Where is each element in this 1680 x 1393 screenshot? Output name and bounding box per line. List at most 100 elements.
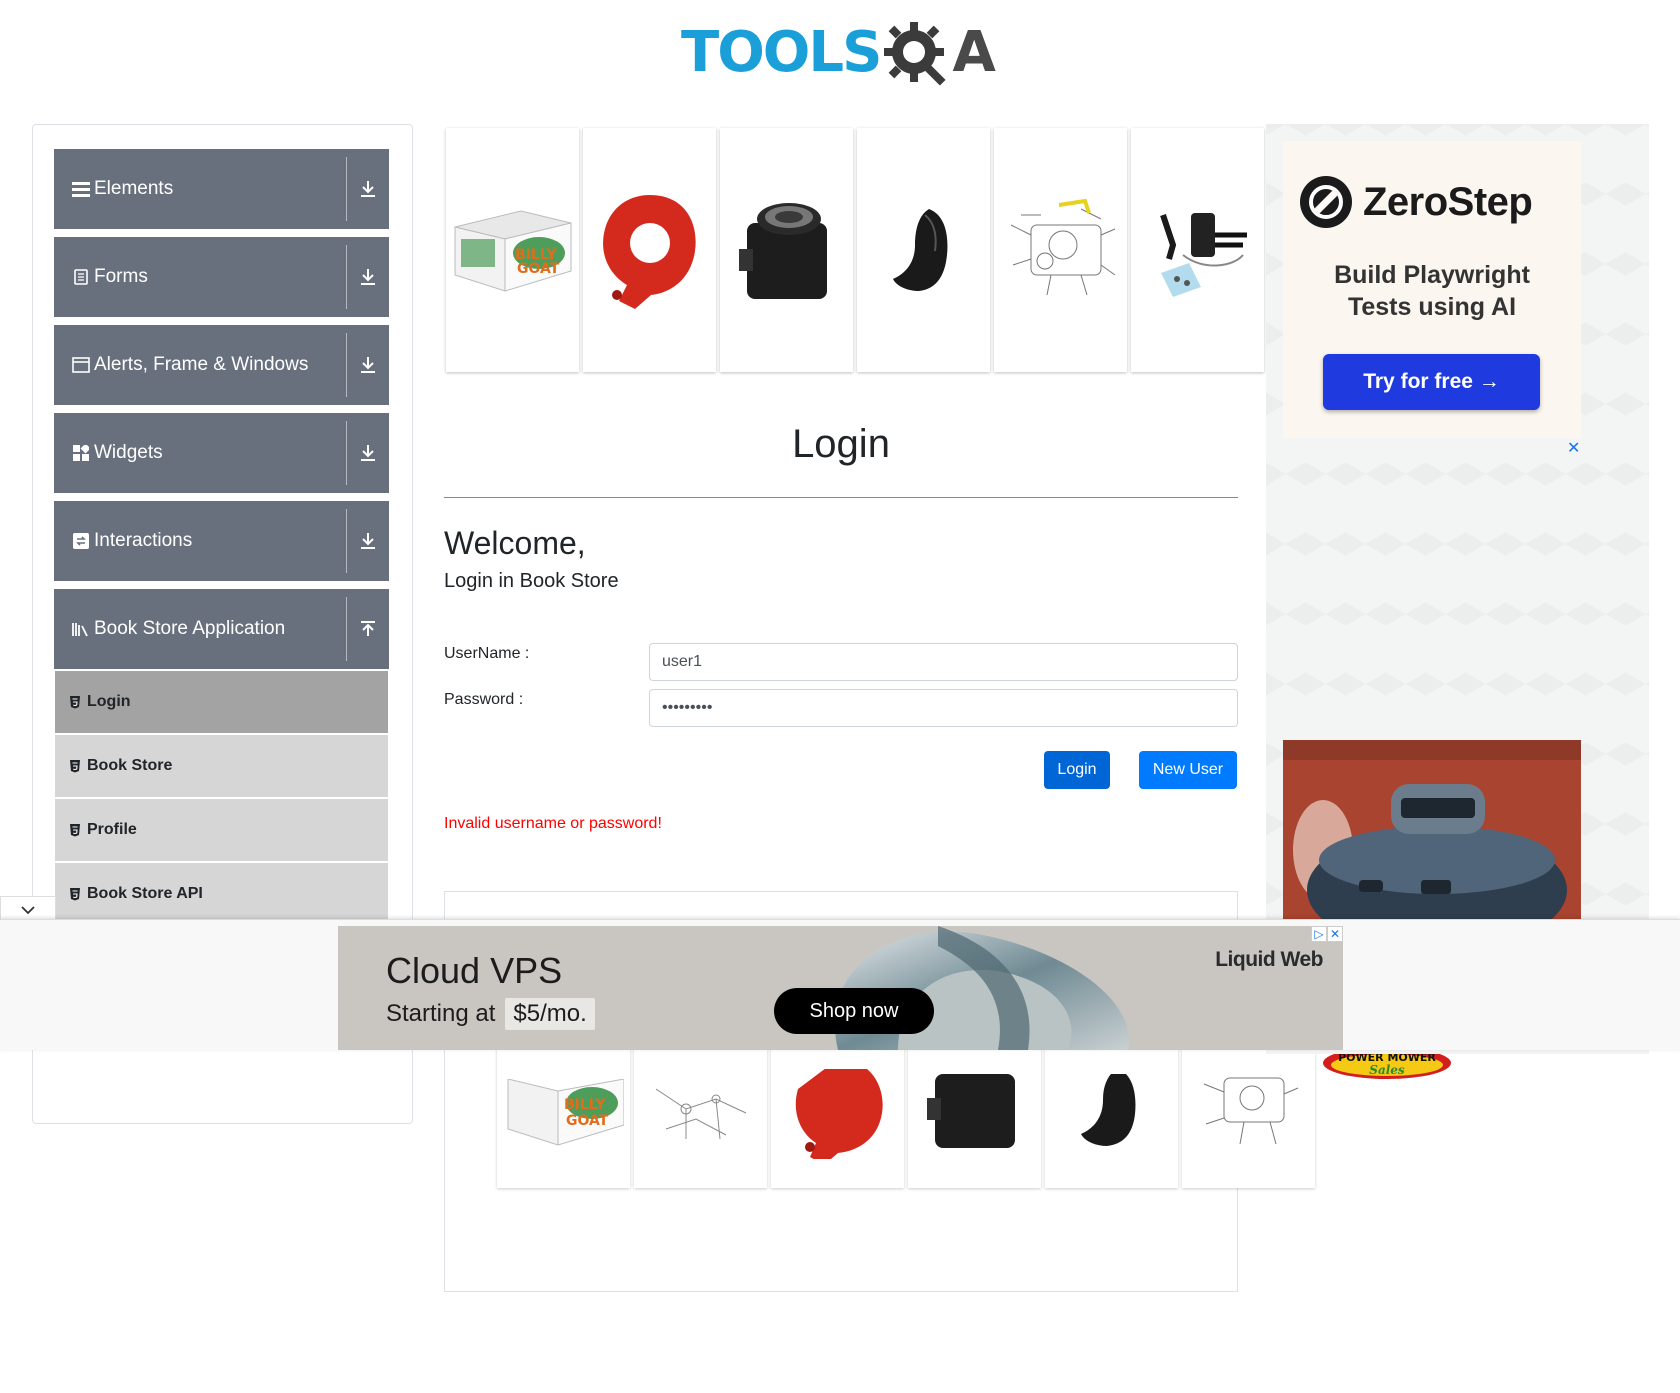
cloud-vps-ad[interactable]: Cloud VPS Starting at $5/mo. Shop now Li…	[338, 926, 1343, 1050]
banner-price: $5/mo.	[505, 998, 595, 1030]
login-subtitle: Login in Book Store	[444, 570, 619, 592]
zerostep-tagline-line: Build Playwright	[1334, 261, 1530, 289]
close-ad-icon[interactable]: ✕	[1567, 438, 1580, 458]
product-ad-tile[interactable]	[720, 128, 853, 372]
parts-diagram-image	[655, 1088, 746, 1140]
download-arrow-icon[interactable]	[347, 413, 389, 493]
svg-text:GOAT: GOAT	[566, 1113, 609, 1129]
product-box-image: BILLY GOAT	[507, 1079, 624, 1146]
shroud-part-image	[1080, 1074, 1135, 1146]
window-icon	[72, 356, 90, 374]
product-ad-tile[interactable]	[857, 128, 990, 372]
error-message: Invalid username or password!	[444, 815, 662, 832]
product-ad-tile[interactable]	[771, 1040, 904, 1188]
sidebar-group-interactions[interactable]: Interactions	[54, 501, 389, 581]
banner-subtitle: Starting at $5/mo.	[386, 998, 595, 1030]
svg-text:BILLY: BILLY	[564, 1097, 607, 1113]
product-ad-tile[interactable]	[634, 1040, 767, 1188]
try-for-free-button[interactable]: Try for free →	[1323, 354, 1540, 410]
hardware-kit-image	[1159, 213, 1247, 297]
sidebar-item-login[interactable]: Login	[55, 671, 388, 733]
adchoices-icon[interactable]: ▷	[1311, 926, 1327, 942]
logo-tools-text: TOOLS	[681, 19, 882, 85]
banner-title: Cloud VPS	[386, 950, 563, 991]
shroud-part-image	[892, 209, 947, 291]
product-ad-tile[interactable]	[1182, 1040, 1315, 1188]
html5-icon	[69, 887, 81, 901]
banner-starting-text: Starting at	[386, 1000, 496, 1027]
sidebar-group-alerts[interactable]: Alerts, Frame & Windows	[54, 325, 389, 405]
menu-icon	[72, 180, 90, 198]
sidebar-group-elements[interactable]: Elements	[54, 149, 389, 229]
product-ad-tile[interactable]: BILLY GOAT	[497, 1040, 630, 1188]
interactions-icon	[72, 532, 90, 550]
username-label: UserName :	[444, 645, 530, 662]
zerostep-logo: ZeroStep	[1299, 175, 1533, 229]
parts-diagram-image	[1010, 198, 1115, 296]
hdmi-device-image	[1283, 740, 1581, 920]
login-button[interactable]: Login	[1044, 751, 1110, 789]
sidebar-item-book-store-api[interactable]: Book Store API	[55, 863, 388, 925]
html5-icon	[69, 695, 81, 709]
form-icon	[72, 268, 90, 286]
zerostep-icon	[1300, 176, 1352, 228]
sidebar-group-label: Interactions	[94, 530, 193, 551]
sidebar-group-book-store-application[interactable]: Book Store Application	[54, 589, 389, 669]
video-ad[interactable]	[1283, 740, 1581, 920]
svg-text:GOAT: GOAT	[517, 261, 560, 277]
product-ad-tile[interactable]: BILLY GOAT	[446, 128, 579, 372]
download-arrow-icon[interactable]	[347, 237, 389, 317]
product-ad-tile[interactable]	[1045, 1040, 1178, 1188]
page-title: Login	[792, 422, 890, 466]
engine-image	[926, 1074, 1015, 1148]
logo-qa-text: A	[952, 19, 996, 85]
blower-housing-image	[602, 195, 696, 309]
toolsqa-logo[interactable]: TOOLS A	[681, 14, 996, 90]
divider	[444, 497, 1238, 498]
liquid-web-logo: Liquid Web	[1215, 948, 1323, 971]
shop-now-button[interactable]: Shop now	[774, 988, 934, 1034]
blower-housing-image	[795, 1069, 883, 1159]
sidebar-item-label: Login	[87, 693, 131, 710]
sidebar-group-label: Alerts, Frame & Windows	[94, 354, 309, 375]
sidebar-item-label: Book Store API	[87, 885, 203, 902]
zerostep-brand: ZeroStep	[1363, 179, 1533, 224]
sidebar-item-profile[interactable]: Profile	[55, 799, 388, 861]
password-label: Password :	[444, 691, 524, 708]
product-ad-tile[interactable]	[1131, 128, 1264, 372]
gear-magnifier-icon	[884, 22, 946, 86]
upload-arrow-icon[interactable]	[347, 589, 389, 669]
widgets-icon	[72, 444, 90, 462]
engine-image	[738, 203, 827, 299]
new-user-button[interactable]: New User	[1139, 751, 1237, 789]
ad-choices[interactable]: ▷ ✕	[1311, 926, 1343, 942]
html5-icon	[69, 823, 81, 837]
sidebar-group-label: Widgets	[94, 442, 163, 463]
welcome-heading: Welcome,	[444, 525, 586, 561]
product-ad-tile[interactable]	[583, 128, 716, 372]
sidebar-item-label: Profile	[87, 821, 137, 838]
sidebar-group-label: Forms	[94, 266, 148, 287]
product-ad-tile[interactable]	[994, 128, 1127, 372]
sidebar-item-label: Book Store	[87, 757, 173, 774]
zerostep-tagline-line: Tests using AI	[1347, 293, 1517, 321]
parts-diagram-image	[1203, 1077, 1298, 1145]
password-input[interactable]: •••••••••	[649, 689, 1238, 727]
download-arrow-icon[interactable]	[347, 149, 389, 229]
zerostep-ad[interactable]: ZeroStep Build Playwright Tests using AI…	[1283, 141, 1581, 438]
zerostep-tagline: Build Playwright Tests using AI	[1283, 259, 1581, 323]
sticky-ad-bar: Cloud VPS Starting at $5/mo. Shop now Li…	[0, 919, 1680, 1050]
chevron-down-icon	[21, 905, 35, 914]
sidebar-group-widgets[interactable]: Widgets	[54, 413, 389, 493]
username-input[interactable]	[649, 643, 1238, 681]
product-box-image: BILLY GOAT	[454, 210, 571, 292]
books-icon	[72, 620, 90, 638]
sidebar-group-label: Elements	[94, 178, 174, 199]
svg-text:Sales: Sales	[1369, 1063, 1405, 1077]
sidebar-group-forms[interactable]: Forms	[54, 237, 389, 317]
sidebar-item-book-store[interactable]: Book Store	[55, 735, 388, 797]
download-arrow-icon[interactable]	[347, 325, 389, 405]
product-ad-tile[interactable]	[908, 1040, 1041, 1188]
close-ad-icon[interactable]: ✕	[1327, 926, 1343, 942]
download-arrow-icon[interactable]	[347, 501, 389, 581]
